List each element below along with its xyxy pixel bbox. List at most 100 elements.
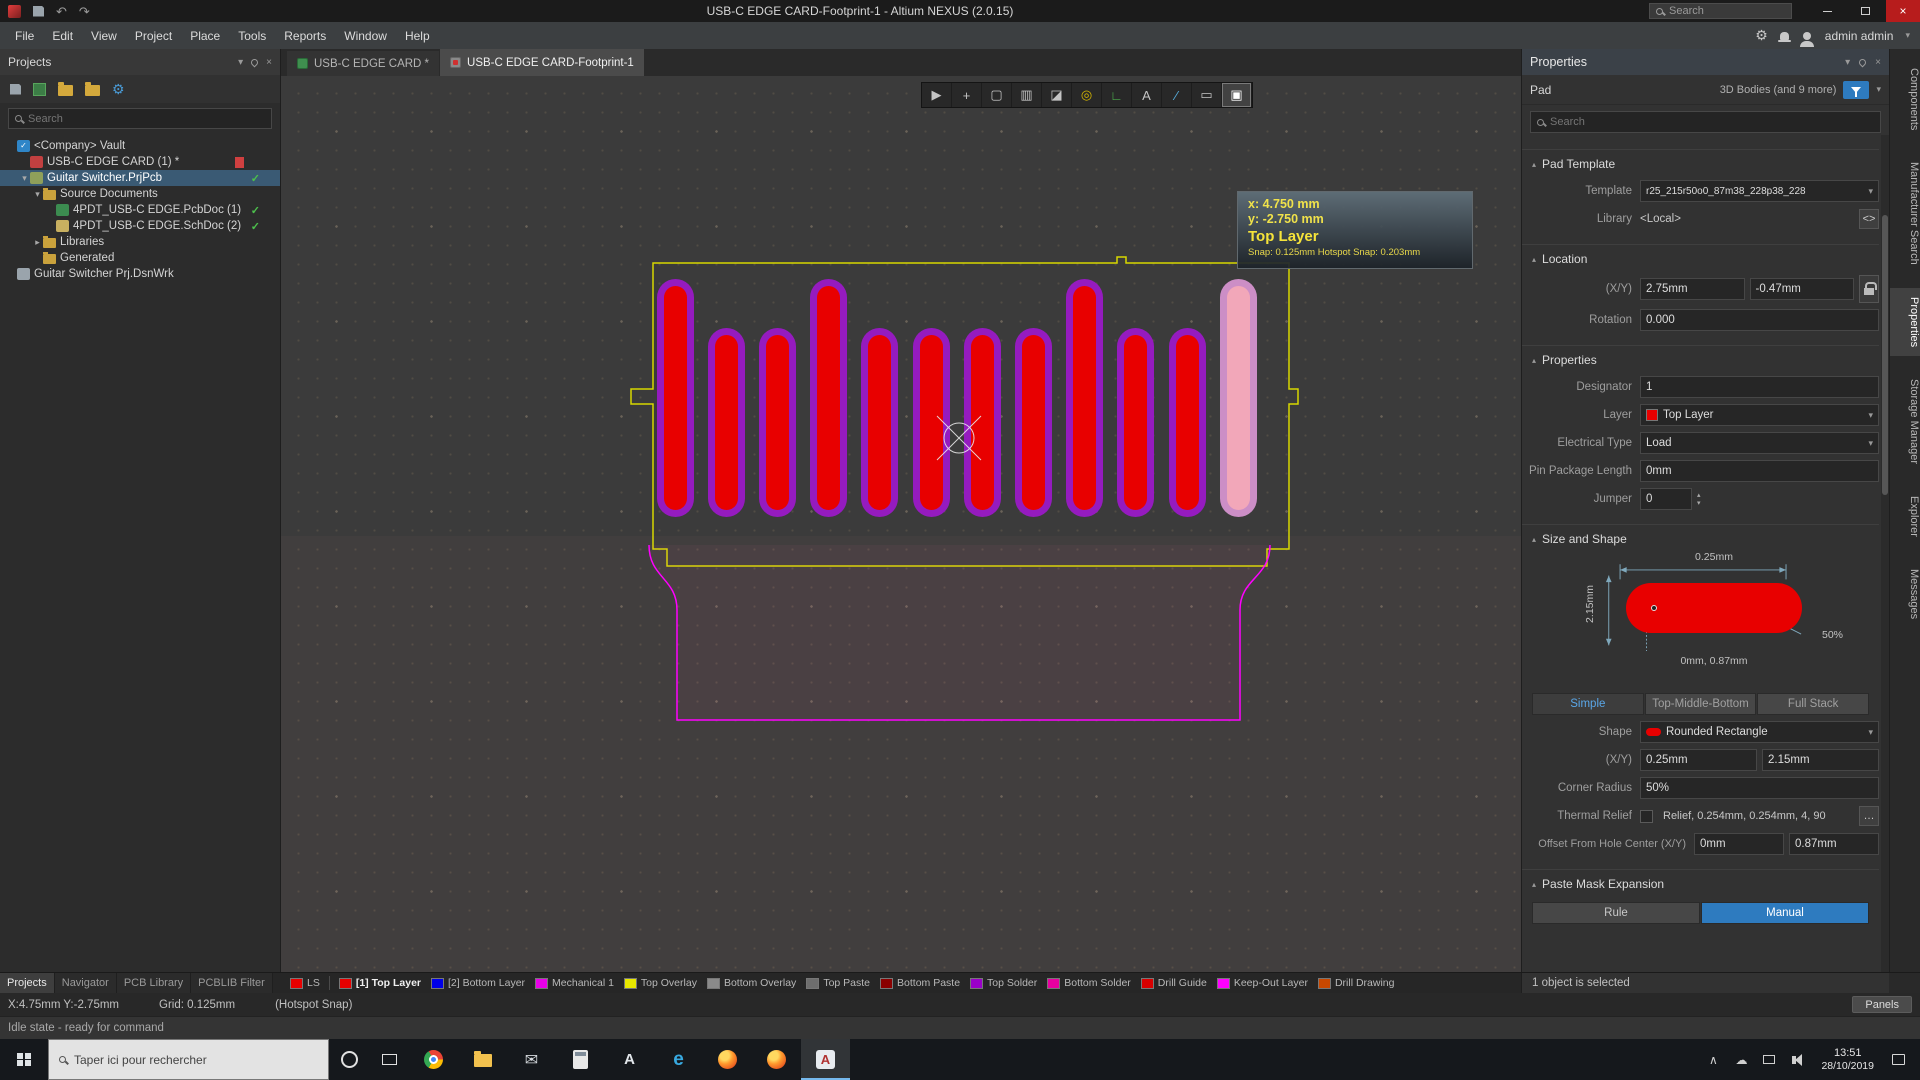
- settings-gear-icon[interactable]: ⚙: [1755, 27, 1768, 44]
- location-x-input[interactable]: [1640, 278, 1745, 300]
- taskbar-search[interactable]: Taper ici pour rechercher: [48, 1039, 329, 1080]
- column-tool-icon[interactable]: ▥: [1012, 83, 1042, 107]
- maximize-button[interactable]: [1848, 0, 1882, 22]
- selection-frame-icon[interactable]: ▢: [982, 83, 1012, 107]
- tree-item-usb-c-edge-card-1[interactable]: USB-C EDGE CARD (1) *: [0, 154, 280, 170]
- panel-tab-components[interactable]: Components: [1890, 59, 1920, 139]
- open-folder-icon[interactable]: [58, 85, 73, 96]
- taskbar-calculator[interactable]: [556, 1039, 605, 1080]
- tree-item-generated[interactable]: Generated: [0, 250, 280, 266]
- panel-tab-properties[interactable]: Properties: [1890, 288, 1920, 356]
- taskbar-firefox[interactable]: [703, 1039, 752, 1080]
- doc-tab-usb-c-edge-card-footprint-1[interactable]: USB-C EDGE CARD-Footprint-1: [440, 49, 644, 76]
- layer-tab-drill-guide[interactable]: Drill Guide: [1136, 973, 1212, 993]
- layer-tab-top-paste[interactable]: Top Paste: [801, 973, 875, 993]
- section-size-and-shape[interactable]: ▴ Size and Shape: [1522, 524, 1879, 549]
- layer-tab-bottom-paste[interactable]: Bottom Paste: [875, 973, 965, 993]
- start-button[interactable]: [0, 1039, 48, 1080]
- paste-mask-manual-button[interactable]: Manual: [1701, 902, 1869, 924]
- section-paste-mask-expansion[interactable]: ▴ Paste Mask Expansion: [1522, 869, 1879, 894]
- user-menu-chevron-icon[interactable]: ▾: [1905, 30, 1910, 41]
- offset-x-input[interactable]: [1694, 833, 1784, 855]
- menu-edit[interactable]: Edit: [43, 22, 82, 49]
- menu-project[interactable]: Project: [126, 22, 181, 49]
- undo-icon[interactable]: ↶: [56, 5, 67, 18]
- redo-icon[interactable]: ↷: [79, 5, 90, 18]
- properties-search[interactable]: [1530, 111, 1881, 133]
- jumper-input[interactable]: [1640, 488, 1692, 510]
- panel-close-icon[interactable]: ×: [1875, 57, 1881, 68]
- tree-item-company-vault[interactable]: <Company> Vault: [0, 138, 280, 154]
- taskbar-firefox-2[interactable]: [752, 1039, 801, 1080]
- tree-item-guitar-switcher-prjpcb[interactable]: ▾Guitar Switcher.PrjPcb✓: [0, 170, 280, 186]
- rotation-input[interactable]: [1640, 309, 1879, 331]
- pin-package-length-input[interactable]: [1640, 460, 1879, 482]
- filter-button[interactable]: [1843, 81, 1869, 99]
- menu-file[interactable]: File: [6, 22, 43, 49]
- menu-window[interactable]: Window: [335, 22, 396, 49]
- origin-tool-icon[interactable]: +: [952, 83, 982, 107]
- doc-tab-usb-c-edge-card[interactable]: USB-C EDGE CARD *: [287, 51, 439, 76]
- panel-pin-icon[interactable]: [1859, 59, 1866, 66]
- layer-tab-mechanical-1[interactable]: Mechanical 1: [530, 973, 619, 993]
- scrollbar-thumb[interactable]: [1882, 215, 1888, 495]
- layer-tab-drill-drawing[interactable]: Drill Drawing: [1313, 973, 1400, 993]
- compile-icon[interactable]: [33, 83, 46, 96]
- layer-set-selector[interactable]: LS: [285, 973, 325, 993]
- tree-item-4pdt-usb-c-edge-pcbdoc-1[interactable]: 4PDT_USB-C EDGE.PcbDoc (1)✓: [0, 202, 280, 218]
- titlebar-search[interactable]: Search: [1649, 3, 1792, 19]
- corner-radius-input[interactable]: [1640, 777, 1879, 799]
- tree-item-source-documents[interactable]: ▾Source Documents: [0, 186, 280, 202]
- offset-y-input[interactable]: [1789, 833, 1879, 855]
- line-tool-icon[interactable]: ∕: [1162, 83, 1192, 107]
- close-button[interactable]: ×: [1886, 0, 1920, 22]
- library-browse-button[interactable]: <>: [1859, 209, 1879, 229]
- mode-simple[interactable]: Simple: [1532, 693, 1644, 715]
- panel-tab-pcblib-filter[interactable]: PCBLIB Filter: [191, 973, 273, 993]
- shape-dropdown[interactable]: Rounded Rectangle ▾: [1640, 721, 1879, 743]
- panel-tab-pcb-library[interactable]: PCB Library: [117, 973, 191, 993]
- project-settings-icon[interactable]: ⚙: [112, 82, 125, 96]
- panels-button[interactable]: Panels: [1852, 996, 1912, 1013]
- panel-chevron-icon[interactable]: ▾: [1845, 57, 1850, 68]
- action-center-icon[interactable]: [1886, 1054, 1910, 1065]
- thermal-more-button[interactable]: …: [1859, 806, 1879, 826]
- thermal-relief-checkbox[interactable]: [1640, 810, 1653, 823]
- save-project-icon[interactable]: [10, 84, 21, 95]
- layer-tab-bottom-solder[interactable]: Bottom Solder: [1042, 973, 1136, 993]
- mode-full-stack[interactable]: Full Stack: [1757, 693, 1869, 715]
- layer-tab-top-overlay[interactable]: Top Overlay: [619, 973, 702, 993]
- polygon-pour-icon[interactable]: ◪: [1042, 83, 1072, 107]
- room-tool-icon[interactable]: ▣: [1222, 83, 1252, 107]
- volume-icon[interactable]: [1785, 1056, 1809, 1064]
- layer-tab-1-top-layer[interactable]: [1] Top Layer: [334, 973, 426, 993]
- menu-tools[interactable]: Tools: [229, 22, 275, 49]
- pcb-canvas[interactable]: ▶+▢▥◪◎∟A∕▭▣ x: 4.750 mm y: -2.750 mm Top…: [281, 76, 1521, 972]
- projects-search[interactable]: [8, 108, 272, 129]
- layer-tab-top-solder[interactable]: Top Solder: [965, 973, 1042, 993]
- taskbar-clock[interactable]: 13:51 28/10/2019: [1813, 1047, 1882, 1073]
- layer-tab-keep-out-layer[interactable]: Keep-Out Layer: [1212, 973, 1313, 993]
- onedrive-cloud-icon[interactable]: ☁: [1729, 1053, 1753, 1067]
- cursor-tool-icon[interactable]: ▶: [922, 83, 952, 107]
- panel-pin-icon[interactable]: [251, 59, 258, 66]
- panel-tab-explorer[interactable]: Explorer: [1890, 487, 1920, 546]
- network-icon[interactable]: [1757, 1055, 1781, 1064]
- layer-dropdown[interactable]: Top Layer ▾: [1640, 404, 1879, 426]
- paste-mask-rule-button[interactable]: Rule: [1532, 902, 1700, 924]
- tree-item-guitar-switcher-prj-dsnwrk[interactable]: Guitar Switcher Prj.DsnWrk: [0, 266, 280, 282]
- user-avatar-icon[interactable]: [1803, 32, 1811, 40]
- tray-expand-icon[interactable]: ∧: [1701, 1053, 1725, 1067]
- save-icon[interactable]: [33, 6, 44, 17]
- panel-chevron-icon[interactable]: ▾: [238, 57, 243, 68]
- section-location[interactable]: ▴ Location: [1522, 244, 1879, 269]
- menu-view[interactable]: View: [82, 22, 126, 49]
- properties-scrollbar[interactable]: [1881, 135, 1889, 972]
- panel-tab-manufacturer-search[interactable]: Manufacturer Search: [1890, 153, 1920, 274]
- taskbar-edge[interactable]: e: [654, 1039, 703, 1080]
- via-tool-icon[interactable]: ◎: [1072, 83, 1102, 107]
- text-tool-icon[interactable]: A: [1132, 83, 1162, 107]
- expand-icon[interactable]: ▸: [32, 237, 43, 248]
- taskbar-altium-nexus[interactable]: A: [801, 1039, 850, 1080]
- layer-tab-2-bottom-layer[interactable]: [2] Bottom Layer: [426, 973, 530, 993]
